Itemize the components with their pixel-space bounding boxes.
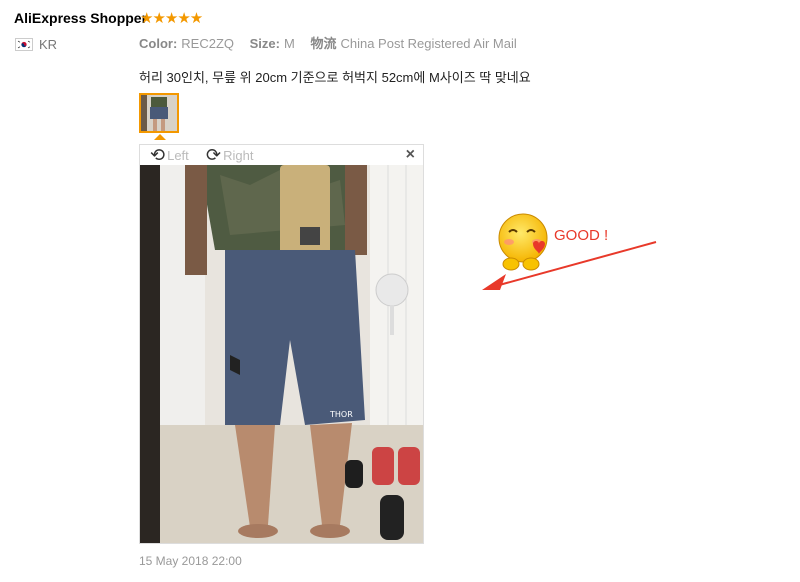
review-text: 허리 30인치, 무릎 위 20cm 기준으로 허벅지 52cm에 M사이즈 딱… <box>139 70 531 85</box>
rating-stars: ★★★★★ <box>140 10 203 27</box>
rotate-left-button[interactable]: ⟲ Left <box>150 145 189 165</box>
rotate-right-icon: ⟳ <box>206 144 222 165</box>
svg-text:THOR: THOR <box>329 410 353 419</box>
color-label: Color: <box>139 36 178 51</box>
shipping-label: 物流 <box>310 36 337 51</box>
rotate-right-label: Right <box>223 147 254 163</box>
photo-viewer: ⟲ Left ⟳ Right × THOR <box>139 144 424 544</box>
shipping-value: China Post Registered Air Mail <box>340 36 517 51</box>
rotate-left-label: Left <box>167 147 189 163</box>
close-icon[interactable]: × <box>406 146 415 164</box>
review-timestamp: 15 May 2018 22:00 <box>139 554 242 568</box>
review-photo: THOR <box>140 165 423 543</box>
korea-flag-icon <box>15 38 33 51</box>
color-value: REC2ZQ <box>181 36 235 51</box>
rotate-left-icon: ⟲ <box>150 144 166 165</box>
reviewer-country: KR <box>39 37 58 52</box>
reviewer-name: AliExpress Shopper <box>14 10 148 26</box>
review-photo-thumbnail[interactable] <box>139 93 179 133</box>
rotate-right-button[interactable]: ⟳ Right <box>206 145 253 165</box>
thumbnail-pointer <box>154 134 166 140</box>
size-value: M <box>283 36 295 51</box>
annotation-arrow-icon <box>482 241 657 290</box>
order-meta: Color: REC2ZQ Size: M 物流 China Post Registe… <box>139 33 517 52</box>
size-label: Size: <box>249 36 280 51</box>
viewer-toolbar: ⟲ Left ⟳ Right × <box>140 145 423 165</box>
